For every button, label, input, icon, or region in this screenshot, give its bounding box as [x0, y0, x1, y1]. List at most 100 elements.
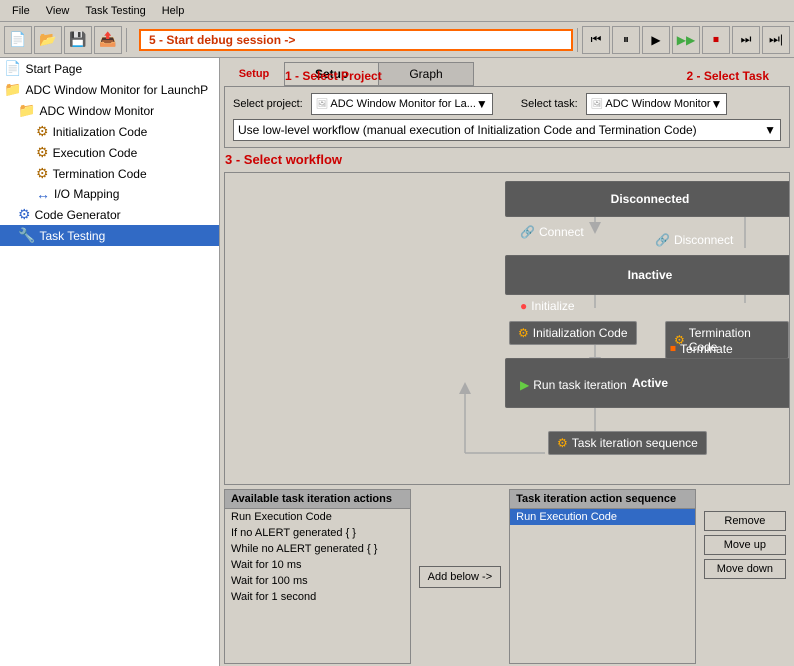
project-row: Select project: 🖼 ADC Window Monitor for…	[233, 93, 781, 115]
export-button[interactable]: 📤	[94, 26, 122, 54]
graph-area: Disconnected 🔗 Connect Inactive 🔗 Discon…	[224, 172, 790, 485]
play-button[interactable]: ▶▶	[672, 26, 700, 54]
debug-session-title: 5 - Start debug session ->	[139, 29, 573, 51]
tab-setup[interactable]: Setup	[284, 62, 379, 86]
sidebar-label-init-code: Initialization Code	[53, 125, 148, 139]
workflow-value: Use low-level workflow (manual execution…	[238, 123, 697, 137]
action-initialize-label: Initialize	[531, 299, 574, 313]
sidebar-label-adc-project: ADC Window Monitor for LaunchP	[25, 83, 208, 97]
sidebar-item-init-code[interactable]: ⚙ Initialization Code	[0, 121, 219, 142]
move-up-button[interactable]: Move up	[704, 535, 786, 555]
end-button[interactable]: ⏭|	[762, 26, 790, 54]
pause-button[interactable]: ⏸	[612, 26, 640, 54]
project-label: Select project:	[233, 98, 303, 110]
workflow-select[interactable]: Use low-level workflow (manual execution…	[233, 119, 781, 141]
sidebar-item-io-mapping[interactable]: ↔ I/O Mapping	[0, 184, 219, 204]
available-item-0[interactable]: Run Execution Code	[225, 509, 410, 525]
task-label: Select task:	[521, 98, 578, 110]
menu-file[interactable]: File	[4, 3, 38, 19]
sidebar-item-exec-code[interactable]: ⚙ Execution Code	[0, 142, 219, 163]
save-button[interactable]: 💾	[64, 26, 92, 54]
remove-button[interactable]: Remove	[704, 511, 786, 531]
menu-view[interactable]: View	[38, 3, 78, 19]
term-code-icon: ⚙	[36, 165, 49, 182]
monitor-icon: 📁	[18, 102, 35, 119]
step-button[interactable]: ▶	[642, 26, 670, 54]
action-connect[interactable]: 🔗 Connect	[520, 225, 584, 239]
state-disconnected-label: Disconnected	[611, 192, 690, 206]
new-button[interactable]: 📄	[4, 26, 32, 54]
stop-button[interactable]: ⏹	[702, 26, 730, 54]
available-list: Run Execution Code If no ALERT generated…	[225, 509, 410, 605]
code-gen-icon: ⚙	[18, 206, 31, 223]
code-box-task-seq[interactable]: ⚙ Task iteration sequence	[548, 431, 707, 455]
task-select[interactable]: 🖼 ADC Window Monitor ▼	[586, 93, 728, 115]
sidebar-label-adc-monitor: ADC Window Monitor	[39, 104, 154, 118]
available-panel: Available task iteration actions Run Exe…	[224, 489, 411, 664]
page-icon: 📄	[4, 60, 21, 77]
tab-bar: Setup Setup Graph	[220, 58, 794, 86]
menubar: File View Task Testing Help	[0, 0, 794, 22]
available-item-4[interactable]: Wait for 100 ms	[225, 573, 410, 589]
sidebar-label-io-mapping: I/O Mapping	[54, 187, 119, 201]
sidebar-item-term-code[interactable]: ⚙ Termination Code	[0, 163, 219, 184]
annotation-step3: 3 - Select workflow	[225, 152, 342, 167]
available-item-3[interactable]: Wait for 10 ms	[225, 557, 410, 573]
sidebar-label-exec-code: Execution Code	[53, 146, 138, 160]
code-box-task-seq-label: Task iteration sequence	[572, 436, 698, 450]
action-initialize[interactable]: ● Initialize	[520, 299, 575, 313]
exec-code-icon: ⚙	[36, 144, 49, 161]
main-layout: 📄 Start Page 📁 ADC Window Monitor for La…	[0, 58, 794, 666]
available-item-2[interactable]: While no ALERT generated { }	[225, 541, 410, 557]
action-buttons: Remove Move up Move down	[700, 489, 790, 664]
setup-panel: 1 - Select Project 2 - Select Task Selec…	[224, 86, 790, 148]
project-select[interactable]: 🖼 ADC Window Monitor for La... ▼	[311, 93, 493, 115]
tab-setup-annotation: Setup	[224, 62, 284, 86]
action-terminate[interactable]: ⏹ Terminate	[670, 341, 733, 356]
move-down-button[interactable]: Move down	[704, 559, 786, 579]
code-box-init[interactable]: ⚙ Initialization Code	[509, 321, 637, 345]
content-area: Setup Setup Graph 1 - Select Project 2 -…	[220, 58, 794, 666]
action-disconnect[interactable]: 🔗 Disconnect	[655, 233, 733, 247]
project-value: ADC Window Monitor for La...	[330, 98, 476, 110]
add-below-button[interactable]: Add below ->	[419, 566, 502, 588]
action-connect-label: Connect	[539, 225, 584, 239]
state-inactive: Inactive	[505, 255, 790, 295]
available-item-5[interactable]: Wait for 1 second	[225, 589, 410, 605]
sidebar-item-task-testing[interactable]: 🔧 Task Testing	[0, 225, 219, 246]
step-back-button[interactable]: ⏮	[582, 26, 610, 54]
toolbar: 📄 📂 💾 📤 5 - Start debug session -> ⏮ ⏸ ▶…	[0, 22, 794, 58]
bottom-section: Available task iteration actions Run Exe…	[224, 489, 790, 664]
tab-graph[interactable]: Graph	[378, 62, 473, 86]
sidebar-item-code-gen[interactable]: ⚙ Code Generator	[0, 204, 219, 225]
sidebar-item-start-page[interactable]: 📄 Start Page	[0, 58, 219, 79]
sidebar-item-adc-project[interactable]: 📁 ADC Window Monitor for LaunchP	[0, 79, 219, 100]
action-terminate-label: Terminate	[680, 342, 733, 356]
available-header: Available task iteration actions	[225, 490, 410, 509]
io-icon: ↔	[36, 186, 50, 202]
sidebar-item-adc-monitor[interactable]: 📁 ADC Window Monitor	[0, 100, 219, 121]
menu-task-testing[interactable]: Task Testing	[77, 3, 153, 19]
sidebar-label-start-page: Start Page	[25, 62, 82, 76]
sequence-panel: Task iteration action sequence Run Execu…	[509, 489, 696, 664]
task-value: ADC Window Monitor	[605, 98, 710, 110]
menu-help[interactable]: Help	[154, 3, 193, 19]
sequence-header: Task iteration action sequence	[510, 490, 695, 509]
state-active-label: Active	[632, 376, 668, 390]
state-inactive-label: Inactive	[628, 268, 673, 282]
init-code-icon: ⚙	[36, 123, 49, 140]
action-run-task[interactable]: ▶ Run task iteration	[520, 378, 627, 392]
task-testing-icon: 🔧	[18, 227, 35, 244]
state-disconnected: Disconnected	[505, 181, 790, 217]
fast-forward-button[interactable]: ⏭	[732, 26, 760, 54]
sidebar-label-term-code: Termination Code	[53, 167, 147, 181]
open-button[interactable]: 📂	[34, 26, 62, 54]
sidebar-label-code-gen: Code Generator	[35, 208, 121, 222]
separator2	[577, 28, 578, 52]
action-disconnect-label: Disconnect	[674, 233, 733, 247]
add-btn-container: Add below ->	[415, 489, 506, 664]
code-box-init-label: Initialization Code	[533, 326, 628, 340]
sequence-item-0[interactable]: Run Execution Code	[510, 509, 695, 525]
project-icon: 📁	[4, 81, 21, 98]
available-item-1[interactable]: If no ALERT generated { }	[225, 525, 410, 541]
